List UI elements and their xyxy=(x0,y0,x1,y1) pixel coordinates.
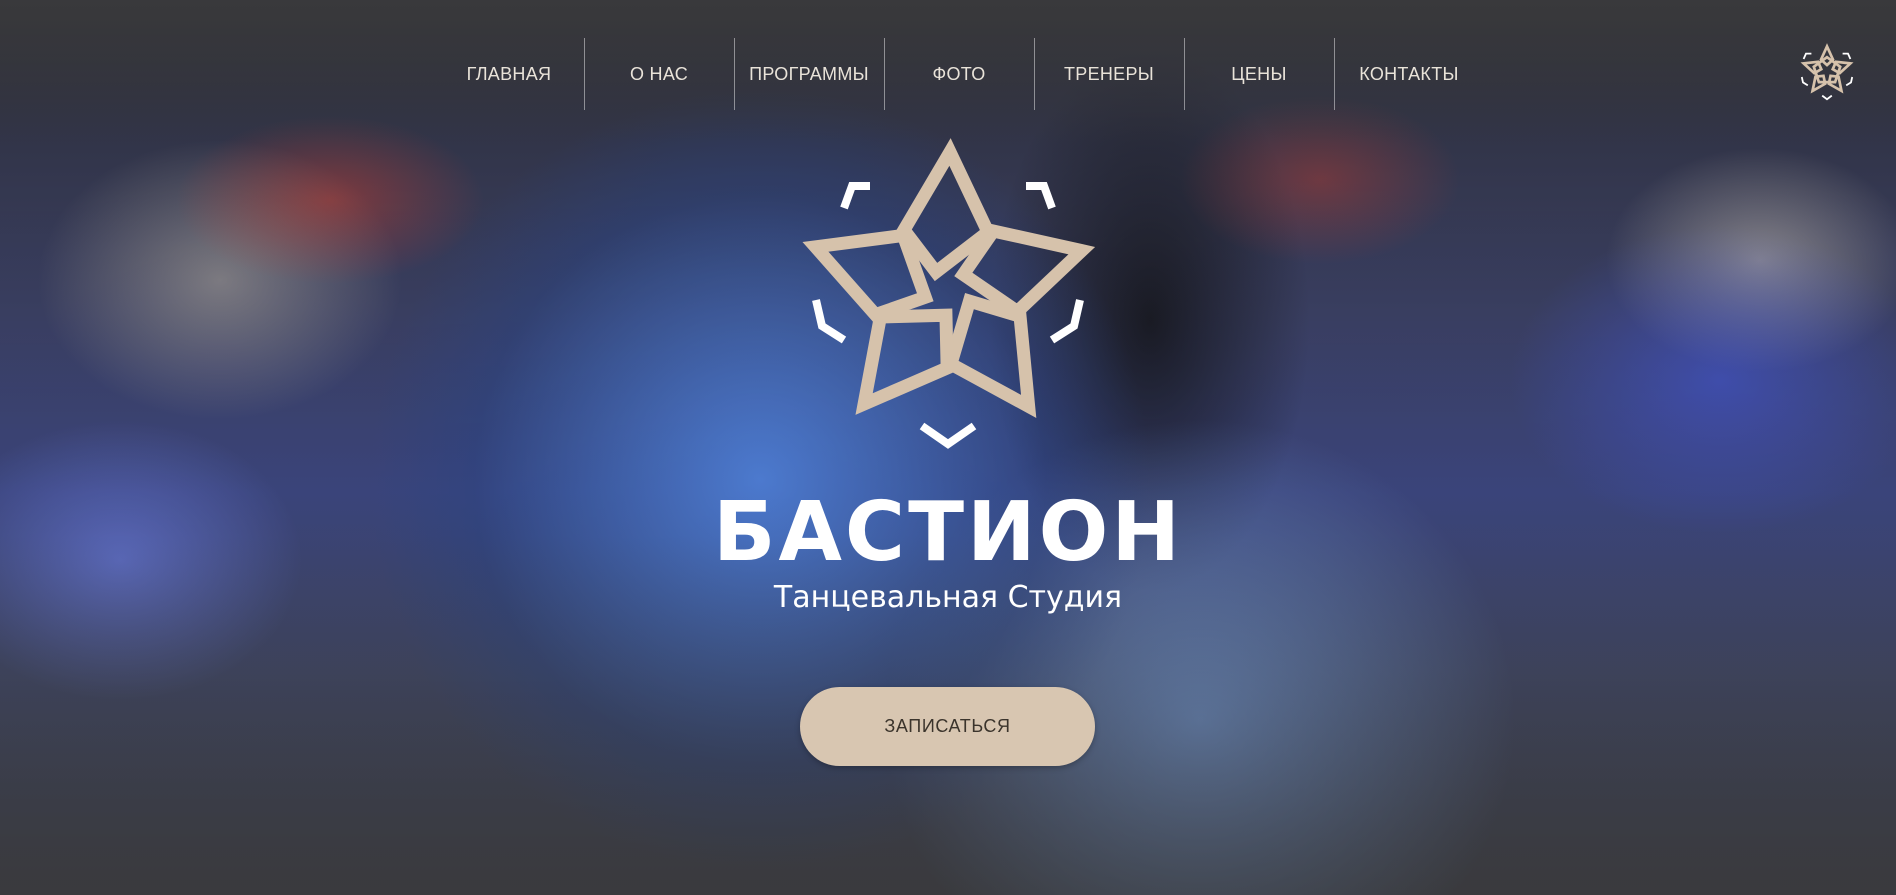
page: ГЛАВНАЯ О НАС ПРОГРАММЫ ФОТО ТРЕНЕРЫ ЦЕН… xyxy=(0,0,1896,895)
nav-item-about[interactable]: О НАС xyxy=(584,38,734,110)
main-nav: ГЛАВНАЯ О НАС ПРОГРАММЫ ФОТО ТРЕНЕРЫ ЦЕН… xyxy=(434,38,1484,110)
nav-item-programs[interactable]: ПРОГРАММЫ xyxy=(734,38,884,110)
nav-item-home[interactable]: ГЛАВНАЯ xyxy=(434,38,584,110)
signup-button[interactable]: ЗАПИСАТЬСЯ xyxy=(800,687,1095,766)
nav-item-photo[interactable]: ФОТО xyxy=(884,38,1034,110)
nav-item-trainers[interactable]: ТРЕНЕРЫ xyxy=(1034,38,1184,110)
brand-subtitle: Танцевальная Студия xyxy=(773,580,1123,615)
nav-item-prices[interactable]: ЦЕНЫ xyxy=(1184,38,1334,110)
star-emblem-icon xyxy=(802,138,1096,449)
nav-item-contacts[interactable]: КОНТАКТЫ xyxy=(1334,38,1484,110)
brand-title: БАСТИОН xyxy=(712,485,1184,580)
corner-logo-icon[interactable] xyxy=(1797,40,1857,102)
